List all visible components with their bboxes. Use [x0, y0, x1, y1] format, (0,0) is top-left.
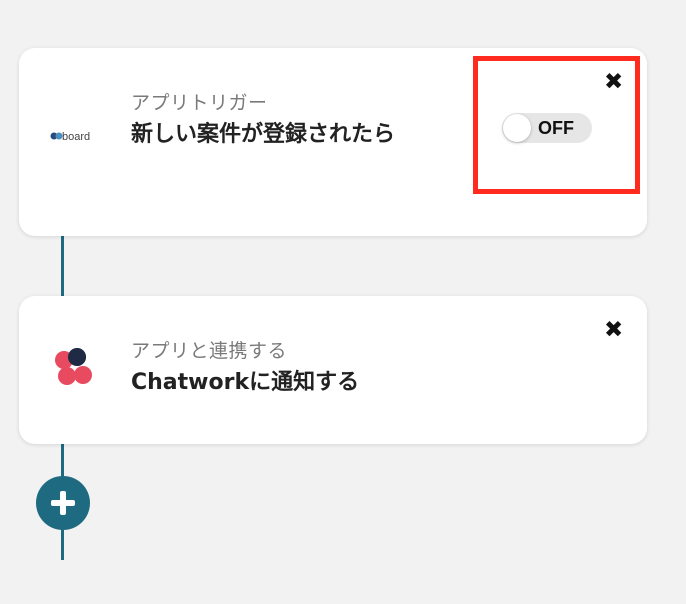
trigger-enable-toggle[interactable]: OFF	[502, 113, 592, 143]
trigger-step-subtitle: アプリトリガー	[131, 92, 268, 114]
add-step-button[interactable]	[36, 476, 90, 530]
trigger-step-title: 新しい案件が登録されたら	[131, 122, 396, 147]
close-icon[interactable]: ✖	[604, 71, 623, 94]
toggle-knob	[503, 114, 531, 142]
close-icon[interactable]: ✖	[604, 319, 623, 342]
plus-icon	[60, 491, 66, 515]
action-step-subtitle: アプリと連携する	[131, 340, 288, 362]
action-step-card[interactable]: アプリと連携する Chatworkに通知する ✖	[19, 296, 647, 444]
action-step-title: Chatworkに通知する	[131, 370, 360, 395]
toggle-state-label: OFF	[538, 118, 574, 138]
chatwork-logo-icon	[55, 348, 92, 385]
flow-connector-line	[61, 236, 64, 296]
board-logo-icon: board	[50, 131, 90, 143]
svg-text:board: board	[62, 131, 90, 143]
